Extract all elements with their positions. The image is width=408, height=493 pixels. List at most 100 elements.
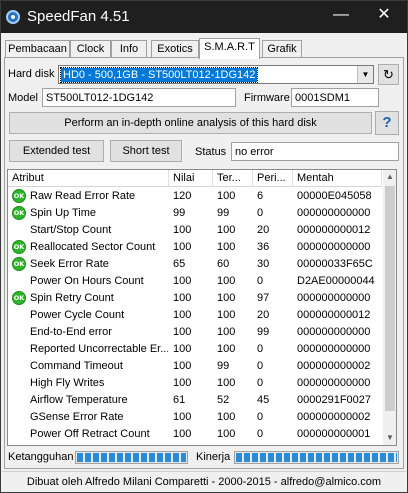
cell-ter: 52	[217, 394, 230, 406]
refresh-icon: ↻	[383, 67, 394, 82]
table-row[interactable]: Airflow Temperature 61 52 45 0000291F0027	[8, 392, 382, 409]
extended-test-button[interactable]: Extended test	[9, 140, 104, 162]
tab-strip: Pembacaan Clock Info Exotics S.M.A.R.T G…	[5, 38, 405, 59]
cell-atribut: Airflow Temperature	[30, 394, 128, 406]
table-row[interactable]: Power Cycle Count 100 100 20 000000000012	[8, 307, 382, 324]
status-field: no error	[231, 142, 399, 161]
cell-ter: 100	[217, 241, 236, 253]
help-icon: ?	[382, 114, 392, 131]
refresh-button[interactable]: ↻	[378, 64, 399, 85]
cell-peri: 99	[257, 326, 270, 338]
column-header-atribut[interactable]: Atribut	[8, 170, 169, 187]
cell-nilai: 100	[173, 309, 192, 321]
chevron-down-icon[interactable]: ▼	[357, 66, 373, 83]
column-header-mentah[interactable]: Mentah	[293, 170, 382, 187]
cell-atribut: Power On Hours Count	[30, 275, 144, 287]
cell-peri: 0	[257, 275, 264, 287]
table-row[interactable]: High Fly Writes 100 100 0 000000000000	[8, 375, 382, 392]
scrollbar-thumb[interactable]	[385, 186, 395, 411]
cell-peri: 20	[257, 224, 270, 236]
cell-nilai: 100	[173, 292, 192, 304]
short-test-button[interactable]: Short test	[110, 140, 182, 162]
cell-nilai: 100	[173, 275, 192, 287]
column-header-nilai[interactable]: Nilai	[169, 170, 213, 187]
cell-nilai: 100	[173, 326, 192, 338]
help-button[interactable]: ?	[375, 111, 399, 135]
cell-ter: 100	[217, 292, 236, 304]
table-row[interactable]: End-to-End error 100 100 99 000000000000	[8, 324, 382, 341]
performance-bar	[234, 451, 399, 464]
cell-atribut: Raw Read Error Rate	[30, 190, 136, 202]
cell-ter: 100	[217, 428, 236, 440]
cell-atribut: High Fly Writes	[30, 377, 105, 389]
speedfan-app-icon	[6, 10, 20, 24]
scroll-up-icon[interactable]: ▲	[383, 170, 396, 184]
cell-atribut: Power Cycle Count	[30, 309, 125, 321]
tab-pembacaan[interactable]: Pembacaan	[5, 40, 70, 58]
fitness-bar-fill	[77, 453, 186, 462]
table-row[interactable]: OK Raw Read Error Rate 120 100 6 00000E045058	[8, 188, 382, 205]
cell-mentah: 000000000000	[297, 343, 371, 355]
table-row[interactable]: OK Reallocated Sector Count 100 100 36 000000…	[8, 239, 382, 256]
tab-exotics[interactable]: Exotics	[151, 40, 199, 58]
cell-atribut: Spin Retry Count	[30, 292, 114, 304]
cell-atribut: Start/Stop Count	[30, 224, 112, 236]
performance-label: Kinerja	[196, 451, 231, 463]
cell-ter: 100	[217, 343, 236, 355]
table-row[interactable]: Start/Stop Count 100 100 20 000000000012	[8, 222, 382, 239]
tab-grafik[interactable]: Grafik	[262, 40, 302, 58]
cell-nilai: 100	[173, 241, 192, 253]
cell-mentah: 000000000000	[297, 326, 371, 338]
scroll-down-icon[interactable]: ▼	[383, 431, 396, 445]
tab-info[interactable]: Info	[111, 40, 147, 58]
online-analysis-button[interactable]: Perform an in-depth online analysis of t…	[9, 112, 372, 134]
cell-atribut: Power Off Retract Count	[30, 428, 150, 440]
firmware-field[interactable]: 0001SDM1	[291, 88, 379, 107]
cell-nilai: 100	[173, 411, 192, 423]
table-row[interactable]: Power On Hours Count 100 100 0 D2AE00000044	[8, 273, 382, 290]
cell-peri: 20	[257, 309, 270, 321]
table-row[interactable]: Power Off Retract Count 100 100 0 0000000000…	[8, 426, 382, 443]
model-label: Model	[8, 92, 38, 104]
cell-mentah: 000000000000	[297, 207, 371, 219]
cell-mentah: 000000000012	[297, 309, 371, 321]
vertical-scrollbar[interactable]: ▲ ▼	[383, 170, 396, 445]
tab-clock[interactable]: Clock	[70, 40, 111, 58]
cell-atribut: End-to-End error	[30, 326, 112, 338]
minimize-button[interactable]: —	[326, 4, 356, 28]
cell-ter: 99	[217, 360, 230, 372]
hard-disk-select[interactable]: HD0 - 500,1GB - ST500LT012-1DG142 ▼	[58, 65, 374, 84]
cell-ter: 100	[217, 224, 236, 236]
cell-ter: 100	[217, 190, 236, 202]
cell-nilai: 100	[173, 224, 192, 236]
column-header-ter[interactable]: Ter...	[213, 170, 253, 187]
cell-peri: 0	[257, 360, 264, 372]
cell-nilai: 100	[173, 343, 192, 355]
cell-peri: 36	[257, 241, 270, 253]
table-row[interactable]: OK Seek Error Rate 65 60 30 00000033F65C	[8, 256, 382, 273]
cell-mentah: 00000E045058	[297, 190, 372, 202]
cell-nilai: 99	[173, 207, 186, 219]
close-button[interactable]: ✕	[369, 4, 399, 28]
tab-smart[interactable]: S.M.A.R.T	[199, 38, 260, 59]
cell-atribut: Reported Uncorrectable Er...	[30, 343, 168, 355]
table-row[interactable]: Reported Uncorrectable Er... 100 100 0 00000…	[8, 341, 382, 358]
cell-ter: 100	[217, 275, 236, 287]
cell-mentah: 000000000000	[297, 241, 371, 253]
table-row[interactable]: OK Spin Retry Count 100 100 97 000000000000	[8, 290, 382, 307]
cell-peri: 0	[257, 411, 264, 423]
model-field[interactable]: ST500LT012-1DG142	[42, 88, 236, 107]
table-row[interactable]: Command Timeout 100 99 0 000000000002	[8, 358, 382, 375]
ok-status-icon: OK	[12, 206, 26, 220]
table-row[interactable]: GSense Error Rate 100 100 0 000000000002	[8, 409, 382, 426]
smart-attributes-table[interactable]: Atribut Nilai Ter... Peri... Mentah OK Ra…	[7, 169, 397, 446]
hard-disk-label: Hard disk	[8, 68, 55, 80]
cell-peri: 6	[257, 190, 264, 202]
cell-mentah: 000000000000	[297, 292, 371, 304]
cell-peri: 97	[257, 292, 270, 304]
firmware-label: Firmware	[244, 92, 290, 104]
cell-mentah: 000000000012	[297, 224, 371, 236]
status-label: Status	[195, 146, 227, 158]
table-row[interactable]: OK Spin Up Time 99 99 0 000000000000	[8, 205, 382, 222]
column-header-peri[interactable]: Peri...	[253, 170, 293, 187]
